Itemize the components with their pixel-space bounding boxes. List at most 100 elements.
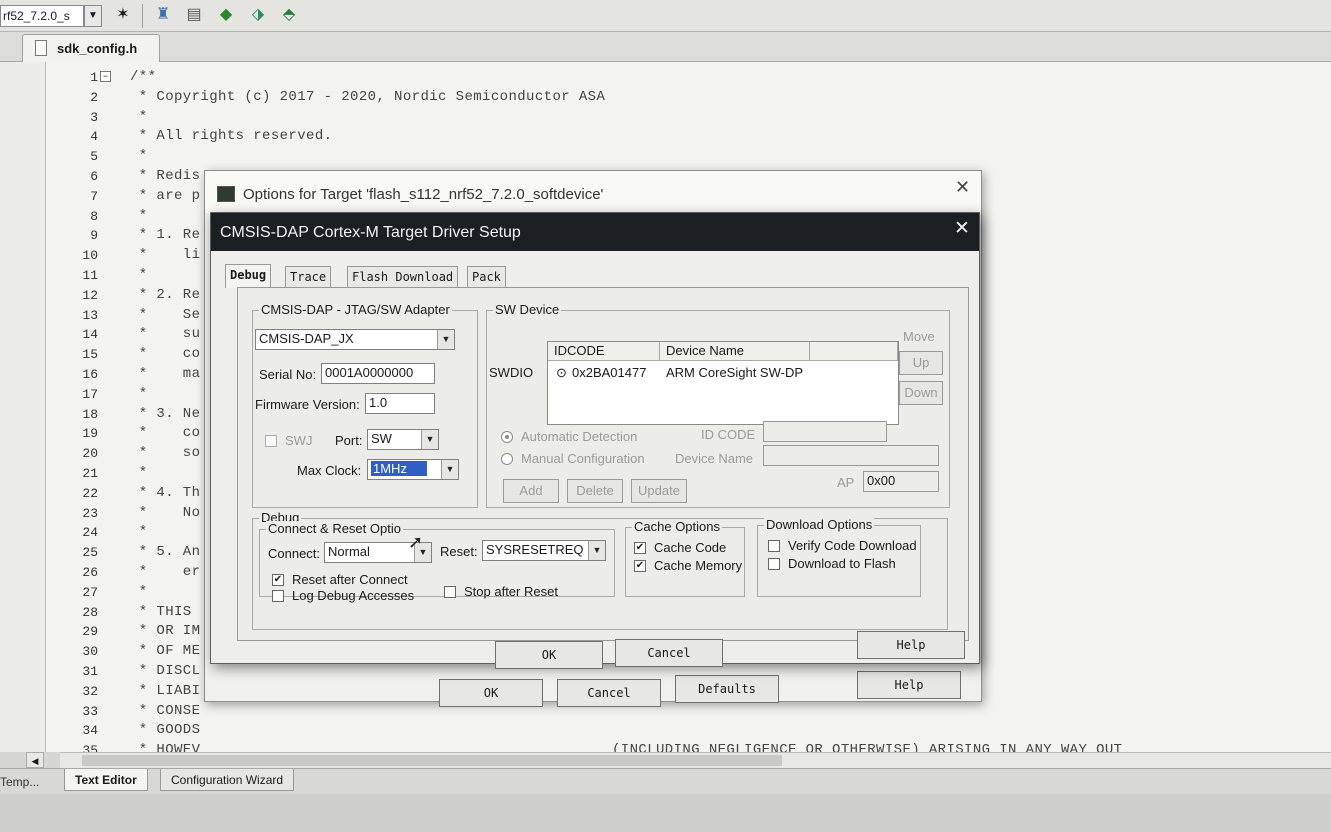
driver-ok-button[interactable]: OK xyxy=(495,641,603,669)
down-button[interactable]: Down xyxy=(899,381,943,405)
chevron-down-icon[interactable]: ▼ xyxy=(437,330,454,349)
code-line: * xyxy=(130,524,148,541)
stop-after-reset-checkbox[interactable] xyxy=(444,586,456,598)
col-idcode: IDCODE xyxy=(548,342,660,361)
tab-pack[interactable]: Pack xyxy=(467,266,506,288)
device-name-label: Device Name xyxy=(675,451,754,466)
line-number: 31 xyxy=(82,664,98,679)
connect-select-value: Normal xyxy=(328,544,370,559)
settings-icon[interactable]: ⬘ xyxy=(278,4,300,26)
port-select[interactable]: SW ▼ xyxy=(367,429,439,450)
row-device-name[interactable]: ARM CoreSight SW-DP xyxy=(666,365,803,380)
code-line: * LIABI xyxy=(130,682,201,699)
reset-select[interactable]: SYSRESETREQ ▼ xyxy=(482,540,606,561)
swj-checkbox[interactable] xyxy=(265,435,277,447)
manual-config-label: Manual Configuration xyxy=(521,451,645,466)
reset-after-connect-checkbox[interactable]: ✔ xyxy=(272,574,284,586)
diamond-icon[interactable]: ◆ xyxy=(215,4,237,26)
options-ok-button[interactable]: OK xyxy=(439,679,543,707)
tab-debug[interactable]: Debug xyxy=(225,264,272,288)
driver-help-button[interactable]: Help xyxy=(857,631,965,659)
line-number: 19 xyxy=(82,426,98,442)
line-number: 28 xyxy=(82,604,98,620)
line-number: 26 xyxy=(82,565,98,580)
firmware-field: 1.0 xyxy=(365,393,435,414)
load-icon[interactable]: ⬗ xyxy=(247,4,269,26)
tab-configuration-wizard[interactable]: Configuration Wizard xyxy=(160,769,295,791)
tab-trace[interactable]: Trace xyxy=(285,266,332,288)
templates-tab[interactable]: Temp... xyxy=(0,775,39,789)
close-icon[interactable]: ✕ xyxy=(955,177,970,198)
file-tab-strip: sdk_config.h xyxy=(0,32,1331,62)
cache-memory-checkbox[interactable]: ✔ xyxy=(634,560,646,572)
options-cancel-button[interactable]: Cancel xyxy=(557,679,661,707)
line-number: 9 xyxy=(90,228,98,244)
close-icon[interactable]: ✕ xyxy=(954,217,970,240)
download-options-group: Download Options Verify Code Download Do… xyxy=(757,517,921,597)
up-button[interactable]: Up xyxy=(899,351,943,375)
line-number-gutter: 1 2 3 4 5 6 7 8 9 10 11 12 13 14 15 16 17 18 19 20 21 22 23 24 2… xyxy=(46,62,104,752)
line-number: 29 xyxy=(82,624,98,640)
toolbar: rf52_7.2.0_s ▼ ✶ ♜ ▤ ◆ ⬗ ⬘ xyxy=(0,0,1331,32)
cache-code-checkbox[interactable]: ✔ xyxy=(634,542,646,554)
update-button[interactable]: Update xyxy=(631,479,687,503)
line-number: 23 xyxy=(82,505,98,521)
code-line: * CONSE xyxy=(130,702,201,719)
code-line: * co xyxy=(130,425,201,442)
download-to-flash-label: Download to Flash xyxy=(788,556,896,571)
line-number: 22 xyxy=(82,485,98,501)
download-to-flash-checkbox[interactable] xyxy=(768,558,780,570)
scrollbar-thumb[interactable] xyxy=(82,755,782,766)
driver-cancel-button[interactable]: Cancel xyxy=(615,639,723,667)
firmware-label: Firmware Version: xyxy=(255,397,360,412)
code-line: * Se xyxy=(130,306,201,323)
chevron-down-icon[interactable]: ▼ xyxy=(441,460,458,479)
delete-button[interactable]: Delete xyxy=(567,479,623,503)
code-line: * 5. An xyxy=(130,544,201,561)
line-number: 4 xyxy=(90,129,98,145)
stack-icon[interactable]: ▤ xyxy=(183,4,205,26)
line-number: 20 xyxy=(82,446,98,462)
col-blank xyxy=(810,342,898,361)
scroll-left-icon[interactable]: ◀ xyxy=(26,752,44,768)
code-line: * li xyxy=(130,247,201,264)
file-tab[interactable]: sdk_config.h xyxy=(22,34,160,62)
download-options-title: Download Options xyxy=(764,517,875,532)
verify-download-checkbox[interactable] xyxy=(768,540,780,552)
add-button[interactable]: Add xyxy=(503,479,559,503)
magic-wand-icon[interactable]: ✶ xyxy=(112,4,134,26)
line-number: 30 xyxy=(82,644,98,660)
max-clock-label: Max Clock: xyxy=(297,463,362,478)
target-select[interactable]: rf52_7.2.0_s xyxy=(0,5,84,27)
tab-text-editor[interactable]: Text Editor xyxy=(64,769,148,791)
code-line: * Copyright (c) 2017 - 2020, Nordic Semi… xyxy=(130,88,606,105)
chevron-down-icon[interactable]: ▼ xyxy=(421,430,438,449)
line-number: 14 xyxy=(82,327,98,343)
adapter-select[interactable]: CMSIS-DAP_JX ▼ xyxy=(255,329,455,350)
fold-toggle-icon[interactable]: − xyxy=(100,71,111,82)
code-line: * DISCL xyxy=(130,663,201,679)
line-number: 11 xyxy=(82,268,98,283)
auto-detection-radio[interactable] xyxy=(501,431,513,443)
manual-config-radio[interactable] xyxy=(501,453,513,465)
connect-label: Connect: xyxy=(268,546,321,561)
options-defaults-button[interactable]: Defaults xyxy=(675,675,779,703)
code-line: * xyxy=(130,385,148,402)
serial-field[interactable]: 0001A0000000 xyxy=(321,363,435,384)
log-debug-checkbox[interactable] xyxy=(272,590,284,602)
chevron-down-icon[interactable]: ▼ xyxy=(588,541,605,560)
options-help-button[interactable]: Help xyxy=(857,671,961,699)
sw-device-title: SW Device xyxy=(493,302,562,317)
code-line: * co xyxy=(130,346,201,363)
sw-device-group: SW Device SWDIO IDCODE Device Name ⊙ 0x2… xyxy=(486,302,950,508)
sw-device-table[interactable]: IDCODE Device Name ⊙ 0x2BA01477 ARM Core… xyxy=(547,341,899,425)
move-label: Move xyxy=(903,329,935,344)
horizontal-scrollbar[interactable] xyxy=(60,752,1331,768)
row-idcode[interactable]: 0x2BA01477 xyxy=(572,365,646,380)
manage-project-icon[interactable]: ♜ xyxy=(152,4,174,26)
line-number: 27 xyxy=(82,584,98,600)
max-clock-select[interactable]: 1MHz ▼ xyxy=(367,459,459,480)
tab-flash-download[interactable]: Flash Download xyxy=(347,266,459,288)
line-number: 12 xyxy=(82,287,98,303)
chevron-down-icon[interactable]: ▼ xyxy=(84,5,102,27)
